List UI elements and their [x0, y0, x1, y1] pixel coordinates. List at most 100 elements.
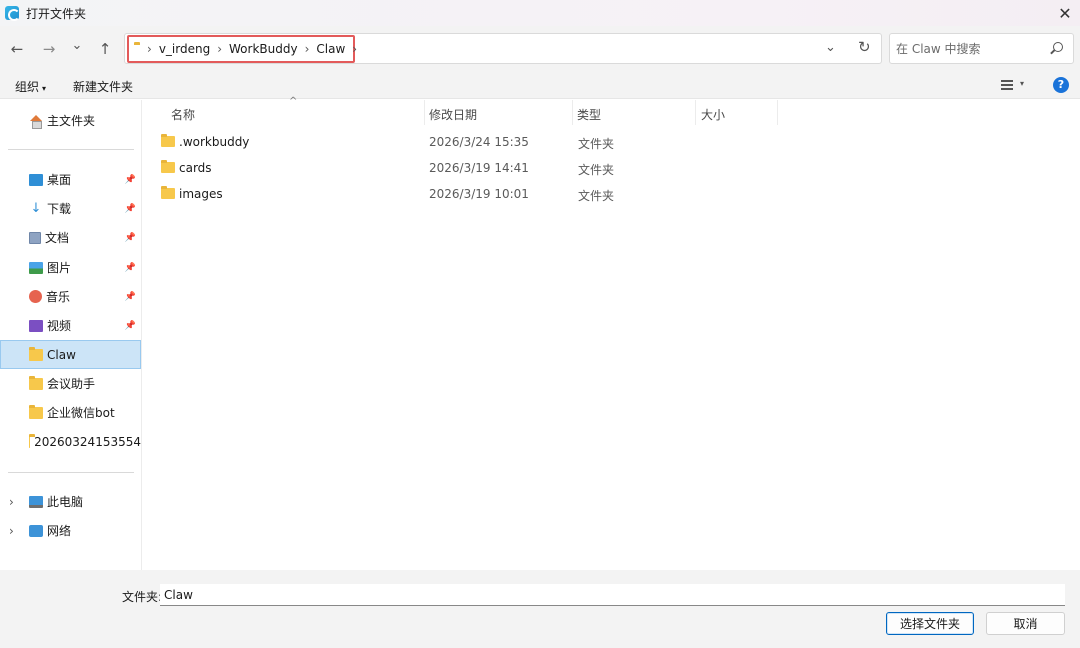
sidebar-item-label: 企业微信bot [47, 406, 115, 420]
select-folder-button[interactable]: 选择文件夹 [886, 612, 974, 635]
app-icon [5, 6, 20, 21]
sidebar-item-label: 20260324153554 [34, 434, 141, 449]
search-icon[interactable] [1053, 42, 1063, 52]
column-header-label: 大小 [701, 108, 726, 122]
sidebar-item-documents[interactable]: 文档 📌 [0, 223, 141, 252]
breadcrumb-separator[interactable]: › [352, 42, 357, 56]
caret-down-icon[interactable]: ▾ [1020, 79, 1024, 88]
table-row[interactable]: cards 2026/3/19 14:41 文件夹 [143, 155, 1080, 181]
documents-icon [29, 231, 41, 244]
folder-icon [29, 375, 43, 390]
file-name: images [179, 187, 223, 201]
help-icon[interactable]: ? [1053, 77, 1069, 93]
pin-icon[interactable]: 📌 [125, 263, 136, 273]
breadcrumb-separator[interactable]: › [147, 42, 152, 56]
organize-menu-button[interactable]: 组织 ▾ [15, 78, 46, 95]
folder-name-input[interactable] [160, 584, 1065, 606]
title-bar: 打开文件夹 ✕ [0, 0, 1080, 26]
breadcrumb: › v_irdeng › WorkBuddy › Claw › [127, 35, 357, 63]
file-type: 文件夹 [578, 137, 615, 151]
organize-label: 组织 [15, 80, 40, 94]
download-icon: ↓ [30, 200, 42, 216]
window-title: 打开文件夹 [26, 6, 87, 21]
back-arrow-icon[interactable]: ← [6, 38, 28, 60]
column-header-size[interactable]: 大小 [696, 100, 778, 125]
pin-icon[interactable]: 📌 [125, 175, 136, 185]
sidebar-item-label: 文档 [45, 231, 70, 245]
sidebar-item-label: 网络 [47, 524, 72, 538]
address-history-chevron-icon[interactable]: ⌄ [825, 40, 836, 55]
file-name: .workbuddy [179, 135, 250, 149]
column-header-type[interactable]: 类型 [573, 100, 696, 125]
column-header-modified[interactable]: 修改日期 [425, 100, 573, 125]
sidebar-divider [8, 149, 134, 150]
sidebar-item-videos[interactable]: 视频 📌 [0, 311, 141, 340]
desktop-icon [29, 173, 43, 186]
table-row[interactable]: .workbuddy 2026/3/24 15:35 文件夹 [143, 129, 1080, 155]
folder-field-label: 文件夹: [122, 590, 163, 604]
address-bar[interactable]: › v_irdeng › WorkBuddy › Claw › ⌄ ↻ [124, 33, 882, 64]
view-options-icon[interactable] [1001, 80, 1013, 90]
sidebar-item-music[interactable]: 音乐 📌 [0, 282, 141, 311]
chevron-right-icon[interactable]: › [9, 495, 14, 509]
folder-icon [29, 404, 43, 419]
pin-icon[interactable]: 📌 [125, 233, 136, 243]
network-icon [29, 524, 43, 537]
file-type: 文件夹 [578, 163, 615, 177]
chevron-right-icon[interactable]: › [9, 524, 14, 538]
pin-icon[interactable]: 📌 [125, 321, 136, 331]
folder-icon [161, 186, 175, 199]
sidebar-item-this-pc[interactable]: › 此电脑 [0, 487, 141, 516]
videos-icon [29, 319, 43, 332]
file-modified: 2026/3/24 15:35 [429, 135, 529, 149]
breadcrumb-item-workbuddy[interactable]: WorkBuddy [229, 42, 298, 56]
sidebar-item-pictures[interactable]: 图片 📌 [0, 253, 141, 282]
sidebar-item-network[interactable]: › 网络 [0, 516, 141, 545]
cancel-button[interactable]: 取消 [986, 612, 1065, 635]
sidebar-item-label: 会议助手 [47, 377, 96, 391]
sidebar-item-label: 主文件夹 [47, 114, 96, 128]
file-type: 文件夹 [578, 189, 615, 203]
close-button[interactable]: ✕ [1050, 0, 1080, 26]
dialog-footer: 文件夹: 选择文件夹 取消 [0, 570, 1080, 648]
sidebar-item-label: 下载 [47, 202, 72, 216]
pictures-icon [29, 261, 43, 274]
folder-icon [29, 346, 43, 361]
breadcrumb-item-v-irdeng[interactable]: v_irdeng [159, 42, 210, 56]
sidebar-divider [8, 472, 134, 473]
file-modified: 2026/3/19 10:01 [429, 187, 529, 201]
sidebar-item-label: Claw [47, 347, 76, 362]
sidebar-item-label: 桌面 [47, 173, 72, 187]
new-folder-button[interactable]: 新建文件夹 [73, 78, 133, 95]
sidebar-item-claw[interactable]: Claw [0, 340, 141, 369]
navigation-pane: 主文件夹 桌面 📌 ↓ 下载 📌 文档 📌 图片 📌 音乐 📌 视频 📌 Cla… [0, 100, 142, 570]
search-box [889, 33, 1074, 64]
sidebar-item-label: 图片 [47, 261, 72, 275]
table-row[interactable]: images 2026/3/19 10:01 文件夹 [143, 181, 1080, 207]
file-list: ^ 名称 修改日期 类型 大小 .workbuddy 2026/3/24 15:… [143, 96, 1080, 570]
pin-icon[interactable]: 📌 [125, 204, 136, 214]
pin-icon[interactable]: 📌 [125, 292, 136, 302]
breadcrumb-separator[interactable]: › [217, 42, 222, 56]
sidebar-item-label: 视频 [47, 319, 72, 333]
folder-icon [161, 134, 175, 147]
breadcrumb-item-claw[interactable]: Claw [316, 42, 345, 56]
column-header-name[interactable]: ^ 名称 [143, 96, 425, 125]
sidebar-item-desktop[interactable]: 桌面 📌 [0, 165, 141, 194]
sidebar-item-20260324153554[interactable]: 20260324153554 [0, 427, 141, 456]
navigation-bar: ← → ⌄ ↑ › v_irdeng › WorkBuddy › Claw › … [0, 26, 1080, 71]
search-input[interactable] [896, 39, 1046, 59]
sidebar-item-downloads[interactable]: ↓ 下载 📌 [0, 194, 141, 223]
recent-locations-chevron-icon[interactable]: ⌄ [66, 34, 88, 56]
refresh-icon[interactable]: ↻ [858, 38, 871, 56]
forward-arrow-icon[interactable]: → [38, 38, 60, 60]
sidebar-item-wecom-bot[interactable]: 企业微信bot [0, 398, 141, 427]
sidebar-item-label: 音乐 [46, 290, 71, 304]
sidebar-item-home[interactable]: 主文件夹 [0, 106, 141, 135]
sort-ascending-icon: ^ [289, 96, 298, 107]
up-arrow-icon[interactable]: ↑ [94, 38, 116, 60]
sidebar-item-meeting-assistant[interactable]: 会议助手 [0, 369, 141, 398]
home-icon [29, 114, 43, 129]
column-header-label: 名称 [171, 108, 196, 122]
breadcrumb-separator[interactable]: › [305, 42, 310, 56]
